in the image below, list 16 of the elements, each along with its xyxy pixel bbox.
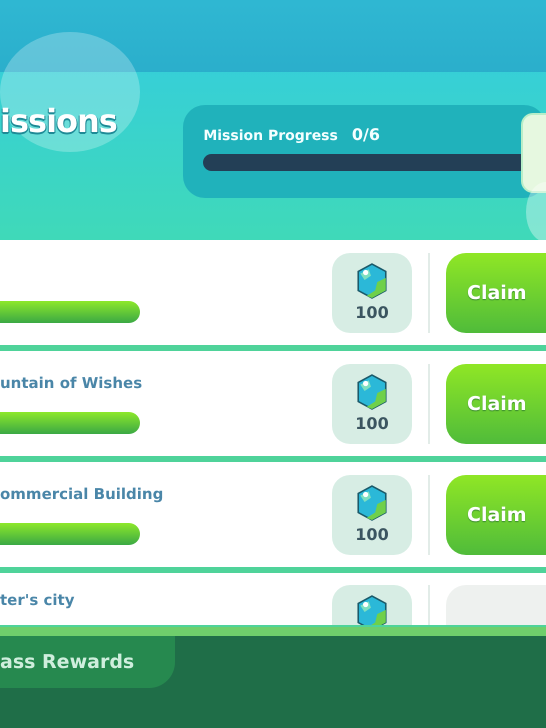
rewards-tab[interactable]: ass Rewards — [0, 636, 175, 688]
globe-gem-icon — [356, 263, 388, 299]
globe-gem-icon — [356, 485, 388, 521]
progress-count: 0/6 — [352, 125, 380, 144]
progress-label: Mission Progress — [203, 128, 338, 144]
mission-title: ommercial Building — [0, 484, 164, 504]
page-title: issions — [0, 102, 118, 140]
reward-amount: 100 — [355, 414, 389, 433]
reward-amount: 100 — [355, 303, 389, 322]
claim-button[interactable]: Claim — [446, 364, 546, 444]
globe-gem-icon — [356, 374, 388, 410]
mission-title: ter's city — [0, 591, 76, 611]
claim-button[interactable]: Claim — [446, 474, 546, 554]
mission-title: untain of Wishes — [0, 374, 144, 394]
reward-amount: 100 — [355, 525, 389, 544]
claim-button[interactable]: Claim — [446, 252, 546, 332]
